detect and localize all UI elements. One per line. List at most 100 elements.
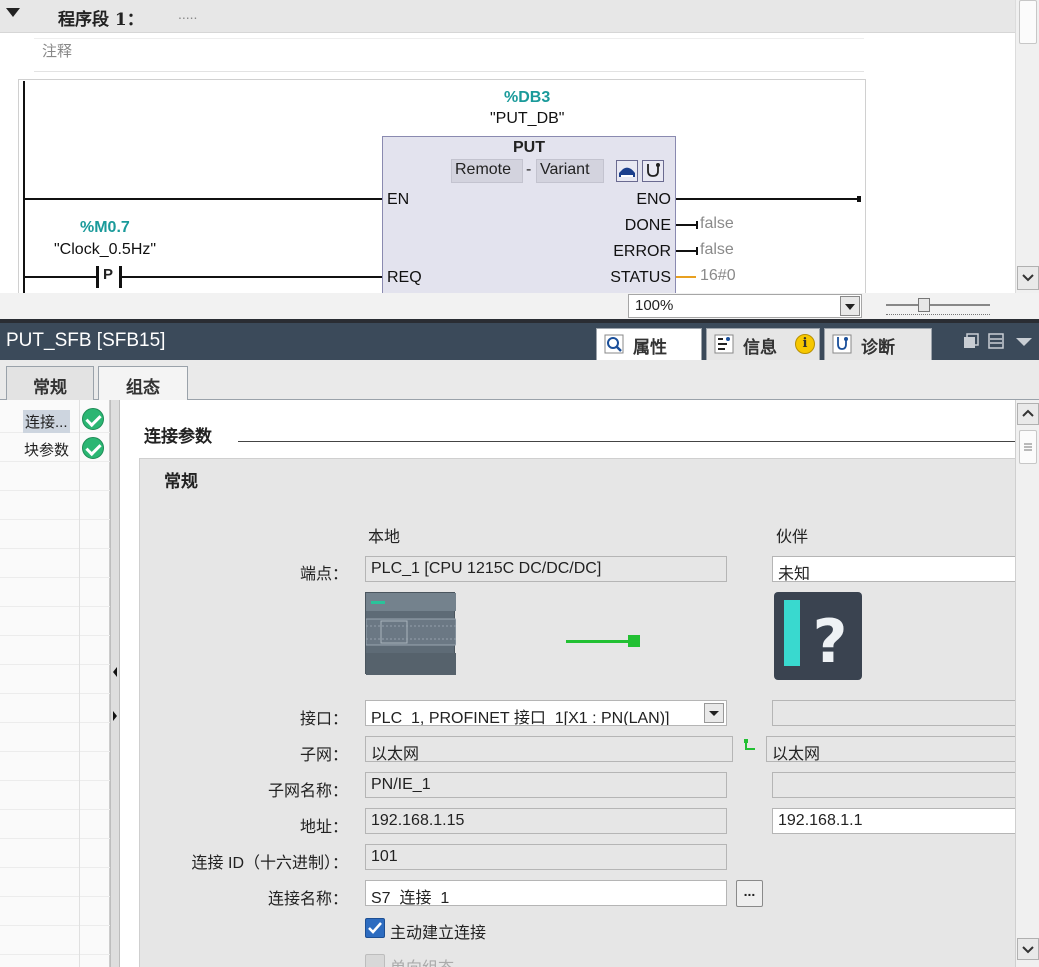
scroll-down-button[interactable] (1017, 266, 1039, 290)
tree-item-block-params[interactable]: 块参数 (0, 433, 110, 462)
pin-eno: ENO (636, 191, 671, 208)
contact-address[interactable]: %M0.7 (80, 219, 130, 237)
pin-error: ERROR (613, 243, 671, 260)
zoom-dropdown-button[interactable] (840, 296, 860, 316)
put-function-block[interactable]: PUT Remote - Variant EN REQ ENO DONE ERR… (382, 136, 676, 293)
editor-vertical-scrollbar[interactable] (1015, 0, 1039, 293)
subnet-partner-field: 以太网 (766, 736, 1015, 762)
tree-empty-row (0, 897, 110, 926)
tab-info-label: 信息 (743, 338, 777, 358)
chevron-down-icon[interactable] (1016, 338, 1032, 346)
connection-name-input[interactable]: S7_连接_1 (365, 880, 727, 906)
connection-id-field[interactable]: 101 (365, 844, 727, 870)
error-wire (676, 250, 696, 252)
tree-item-connection[interactable]: 连接... (0, 404, 110, 433)
ok-check-icon (82, 408, 104, 430)
tree-empty-row (0, 781, 110, 810)
subnet-label: 子网： (299, 747, 348, 764)
endpoint-label: 端点： (299, 566, 348, 583)
scroll-down-button[interactable] (1017, 938, 1039, 960)
tab-info[interactable]: 信息 i (706, 328, 820, 360)
scroll-thumb[interactable] (1019, 430, 1037, 464)
req-wire-left (25, 276, 97, 278)
browse-button[interactable]: ... (736, 880, 763, 907)
type-variant[interactable]: Variant (536, 159, 604, 183)
oneway-config-label: 单向组态 (390, 954, 454, 967)
eno-wire (676, 198, 859, 200)
contact-right-bar (119, 266, 122, 288)
collapse-triangle-icon[interactable] (6, 8, 20, 17)
instance-db-name[interactable]: "PUT_DB" (490, 110, 564, 128)
window-controls (962, 332, 1038, 356)
address-partner-input[interactable]: 192.168.1.1 (772, 808, 1015, 834)
stethoscope-icon (831, 333, 853, 355)
restore-icon[interactable] (964, 333, 979, 348)
instance-db-address[interactable]: %DB3 (504, 89, 550, 107)
tree-empty-row (0, 578, 110, 607)
tab-properties[interactable]: 属性 (596, 328, 702, 360)
tree-empty-row (0, 926, 110, 955)
diagnostics-icon[interactable] (642, 160, 664, 182)
info-list-icon (713, 333, 735, 355)
svg-text:?: ? (813, 607, 848, 677)
tree-item-label: 块参数 (24, 442, 70, 459)
scroll-thumb[interactable] (1019, 0, 1037, 44)
block-name: PUT (513, 139, 545, 156)
tree-empty-row (0, 752, 110, 781)
tree-empty-row (0, 810, 110, 839)
slider-ticks (886, 312, 990, 315)
scroll-up-button[interactable] (1017, 403, 1039, 425)
active-connection-label: 主动建立连接 (390, 925, 487, 942)
tree-empty-row (0, 462, 110, 491)
list-icon[interactable] (988, 333, 1004, 349)
subtab-general[interactable]: 常规 (6, 366, 94, 400)
oneway-config-checkbox[interactable] (365, 954, 385, 967)
network-title-placeholder[interactable]: ..... (178, 6, 197, 22)
address-local-field: 192.168.1.15 (365, 808, 727, 834)
subtab-configuration[interactable]: 组态 (98, 366, 188, 401)
tab-properties-label: 属性 (633, 338, 667, 358)
editor-status-bar (0, 293, 1039, 320)
connection-name-label: 连接名称： (267, 891, 348, 908)
interface-label: 接口： (299, 711, 348, 728)
general-group: 常规 本地 伙伴 端点： PLC_1 [CPU 1215C DC/DC/DC] … (139, 458, 1015, 967)
done-wire-tick (696, 221, 698, 229)
endpoint-local-field: PLC_1 [CPU 1215C DC/DC/DC] (365, 556, 727, 582)
zoom-select[interactable]: 100% (628, 294, 862, 318)
tree-item-label: 连接... (23, 410, 70, 433)
inspector-header: PUT_SFB [SFB15] 属性 信息 i 诊断 (0, 323, 1039, 360)
done-value: false (700, 215, 734, 232)
active-connection-checkbox[interactable] (365, 918, 385, 938)
pin-req: REQ (387, 269, 422, 286)
inspector-vertical-scrollbar[interactable] (1015, 400, 1039, 967)
type-separator: - (526, 161, 532, 178)
pin-en: EN (387, 191, 410, 208)
tree-empty-row (0, 839, 110, 868)
subnet-name-label: 子网名称： (267, 783, 348, 800)
tab-diagnostics[interactable]: 诊断 (824, 328, 932, 360)
section-divider (238, 441, 1015, 442)
connection-id-label: 连接 ID（十六进制）： (191, 855, 348, 872)
contact-tag-name[interactable]: "Clock_0.5Hz" (54, 241, 156, 259)
tab-diagnostics-label: 诊断 (861, 338, 895, 358)
interface-select[interactable]: PLC_1, PROFINET 接口_1[X1 : PN(LAN)] (365, 700, 727, 726)
tree-splitter[interactable] (110, 400, 120, 967)
endpoint-partner-field[interactable]: 未知 (772, 556, 1015, 582)
type-remote[interactable]: Remote (451, 159, 523, 183)
network-comment[interactable]: 注释 (42, 40, 72, 61)
interface-dropdown-button[interactable] (704, 703, 724, 723)
eno-wire-end (857, 196, 861, 202)
column-local: 本地 (368, 529, 401, 546)
tree-empty-row (0, 868, 110, 897)
zoom-slider[interactable] (886, 298, 990, 316)
contact-type[interactable]: P (103, 266, 113, 283)
network-header[interactable]: 程序段 1： ..... (0, 0, 1015, 33)
en-wire (25, 198, 383, 200)
connection-link-line (566, 640, 632, 643)
collapse-arrows-icon[interactable] (111, 664, 119, 724)
status-wire (676, 276, 696, 278)
config-icon[interactable] (616, 160, 638, 182)
slider-thumb[interactable] (918, 298, 930, 312)
tree-empty-row (0, 520, 110, 549)
unknown-device-icon: ? (774, 592, 862, 680)
